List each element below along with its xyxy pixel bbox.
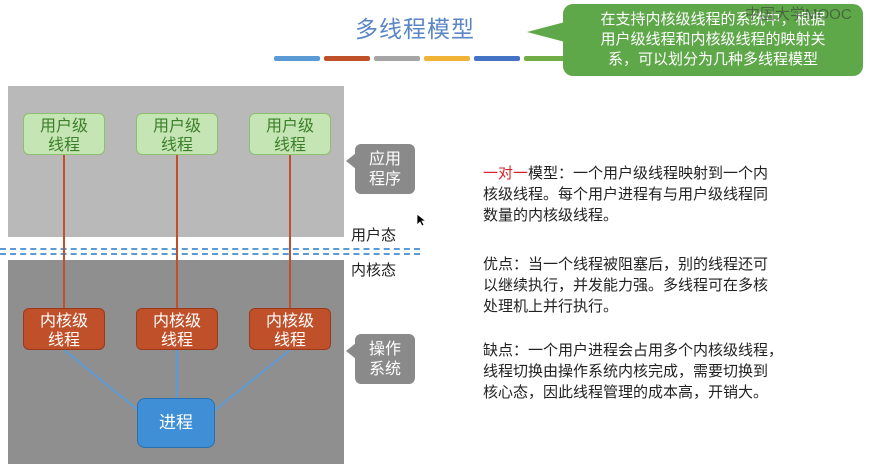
p2-line3: 处理机上并行执行。 [483,297,619,315]
app-program-label: 应用 程序 [355,144,415,194]
user-thread-2-line2: 线程 [160,135,193,154]
process-box: 进程 [137,398,215,448]
p1-line1-rest: 模型：一个用户级线程映射到一个内 [528,164,769,182]
kernel-thread-2: 内核级 线程 [136,308,218,350]
os-label-line2: 系统 [368,359,401,378]
p1-line1: 一对一模型：一个用户级线程映射到一个内 [483,163,843,184]
os-label-line1: 操作 [368,339,401,358]
os-label: 操作 系统 [355,334,415,384]
one-to-one-description: 一对一模型：一个用户级线程映射到一个内 核级线程。每个用户进程有与用户级线程同 … [483,163,843,226]
p2-line2: 以继续执行，并发能力强。多线程可在多核 [483,276,769,294]
mouse-cursor-icon [416,213,426,227]
user-thread-3-line2: 线程 [273,135,306,154]
advantages-paragraph: 优点：当一个线程被阻塞后，别的线程还可 以继续执行，并发能力强。多线程可在多核 … [483,254,843,317]
p1-line3: 数量的内核级线程。 [483,206,619,224]
p3-line2: 线程切换由操作系统内核完成，需要切换到 [483,362,769,380]
app-label-line1: 应用 [368,149,401,168]
user-thread-2: 用户级 线程 [136,113,218,155]
connector-klt-proc-3 [214,349,291,411]
model-name-highlight: 一对一 [483,164,529,182]
kernel-thread-3: 内核级 线程 [249,308,331,350]
kernel-thread-1-line2: 线程 [47,330,80,349]
p2-line1: 优点：当一个线程被阻塞后，别的线程还可 [483,255,769,273]
user-thread-1-line1: 用户级 [39,116,88,135]
app-label-line2: 程序 [368,169,401,188]
kernel-thread-3-line1: 内核级 [265,311,314,330]
kernel-thread-1: 内核级 线程 [23,308,105,350]
user-thread-3-line1: 用户级 [265,116,314,135]
user-thread-3: 用户级 线程 [249,113,331,155]
p3-line3: 核心态，因此线程管理的成本高，开销大。 [483,383,769,401]
p3-line1: 缺点：一个用户进程会占用多个内核级线程， [483,341,784,359]
user-mode-label: 用户态 [351,226,397,244]
user-thread-2-line1: 用户级 [152,116,201,135]
user-thread-1: 用户级 线程 [23,113,105,155]
kernel-thread-1-line1: 内核级 [39,311,88,330]
p1-line2: 核级线程。每个用户进程有与用户级线程同 [483,185,769,203]
disadvantages-paragraph: 缺点：一个用户进程会占用多个内核级线程， 线程切换由操作系统内核完成，需要切换到… [483,340,843,403]
kernel-thread-2-line1: 内核级 [152,311,201,330]
connector-klt-proc-1 [63,349,139,411]
user-thread-1-line2: 线程 [47,135,80,154]
kernel-thread-2-line2: 线程 [160,330,193,349]
kernel-thread-3-line2: 线程 [273,330,306,349]
kernel-mode-label: 内核态 [351,261,397,279]
